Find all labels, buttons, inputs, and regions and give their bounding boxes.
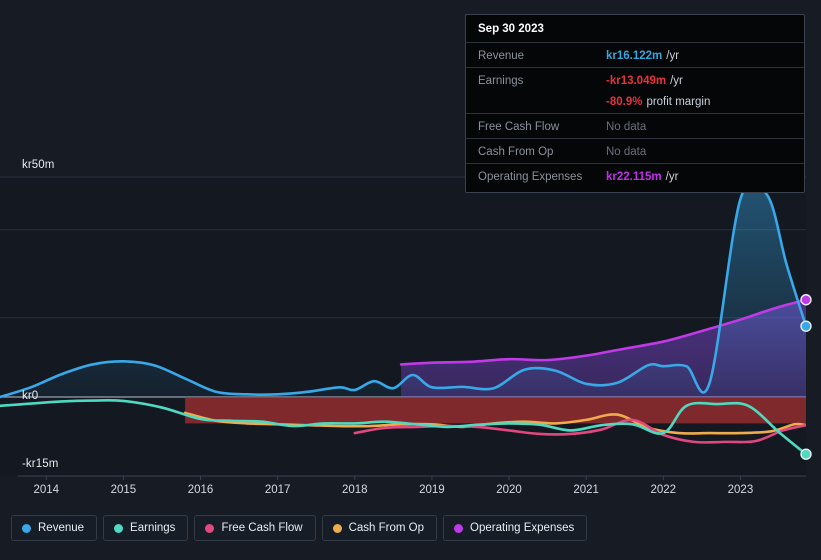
legend-color-dot-icon xyxy=(22,523,31,533)
tooltip-row-value-wrap: kr22.115m/yr xyxy=(606,167,678,185)
legend-item-label: Cash From Op xyxy=(348,522,425,534)
x-axis-tick-label: 2021 xyxy=(573,484,599,496)
tooltip-row-value-wrap: kr16.122m/yr xyxy=(606,46,679,64)
chart-legend[interactable]: Revenue Earnings Free Cash Flow Cash From O… xyxy=(11,515,588,541)
x-axis-tick-label: 2018 xyxy=(341,484,368,496)
legend-item-earnings[interactable]: Earnings xyxy=(103,515,189,541)
x-axis-tick-label: 2014 xyxy=(33,484,60,496)
tooltip-row-value-wrap: -80.9% profit margin xyxy=(606,92,710,110)
tooltip-row: Cash From Op No data xyxy=(466,138,804,163)
tooltip-row: -80.9% profit margin xyxy=(466,92,804,113)
tooltip-row-suffix: /yr xyxy=(670,75,683,87)
tooltip-rows: Revenue kr16.122m/yr Earnings -kr13.049m/yr… xyxy=(466,42,804,188)
tooltip-row-value: No data xyxy=(606,146,647,158)
y-axis-label-zero: kr0 xyxy=(22,390,39,402)
legend-item-label: Free Cash Flow xyxy=(221,522,303,534)
tooltip-row: Free Cash Flow No data xyxy=(466,113,804,138)
x-axis-tick-label: 2020 xyxy=(496,484,522,496)
legend-color-dot-icon xyxy=(114,523,124,533)
tooltip-row-value: -kr13.049m xyxy=(606,75,667,87)
legend-item-operating-expenses[interactable]: Operating Expenses xyxy=(443,515,588,541)
tooltip-row-suffix: /yr xyxy=(666,50,680,62)
y-axis-label-bottom: -kr15m xyxy=(22,458,59,470)
x-axis-tick-label: 2019 xyxy=(419,484,445,496)
tooltip-row: Earnings -kr13.049m/yr xyxy=(466,67,804,92)
tooltip-date: Sep 30 2023 xyxy=(478,23,544,35)
legend-color-dot-icon xyxy=(454,523,464,533)
legend-item-label: Earnings xyxy=(130,522,176,534)
tooltip-row-value: No data xyxy=(606,121,647,133)
legend-item-label: Revenue xyxy=(38,522,85,534)
tooltip-row-value-wrap: -kr13.049m/yr xyxy=(606,71,683,89)
legend-item-label: Operating Expenses xyxy=(470,522,575,534)
legend-item-revenue[interactable]: Revenue xyxy=(11,515,98,541)
tooltip-row-value: kr22.115m xyxy=(606,171,662,183)
financial-chart-screenshot: kr50m kr0 -kr15m 2014 2015 2016 2017 2018 201… xyxy=(0,0,821,560)
y-axis-label-top: kr50m xyxy=(22,159,55,171)
tooltip-row-value-wrap: No data xyxy=(606,142,646,160)
legend-item-free-cash-flow[interactable]: Free Cash Flow xyxy=(194,515,316,541)
tooltip-row-label: Free Cash Flow xyxy=(478,121,560,133)
tooltip-row-label: Operating Expenses xyxy=(478,171,583,183)
x-axis-tick-label: 2017 xyxy=(264,484,291,496)
tooltip-row-value: -80.9% xyxy=(606,96,643,108)
x-axis-tick-label: 2023 xyxy=(727,484,754,496)
x-axis-tick-label: 2016 xyxy=(187,484,214,496)
tooltip-row-value-wrap: No data xyxy=(606,117,646,135)
chart-tooltip: Sep 30 2023 Revenue kr16.122m/yr Earnings -… xyxy=(465,14,805,193)
legend-item-cash-from-op[interactable]: Cash From Op xyxy=(321,515,438,541)
tooltip-row-label: Cash From Op xyxy=(478,146,554,158)
tooltip-row-suffix: profit margin xyxy=(646,96,711,108)
tooltip-row-label: Revenue xyxy=(478,50,525,62)
tooltip-row-value: kr16.122m xyxy=(606,50,663,62)
legend-color-dot-icon xyxy=(332,523,342,533)
tooltip-row-suffix: /yr xyxy=(665,171,679,183)
tooltip-row: Revenue kr16.122m/yr xyxy=(466,42,804,67)
tooltip-row: Operating Expenses kr22.115m/yr xyxy=(466,163,804,188)
tooltip-row-label: Earnings xyxy=(478,75,524,87)
legend-color-dot-icon xyxy=(205,523,215,533)
x-axis-tick-label: 2022 xyxy=(650,484,677,496)
x-axis-tick-label: 2015 xyxy=(110,484,137,496)
